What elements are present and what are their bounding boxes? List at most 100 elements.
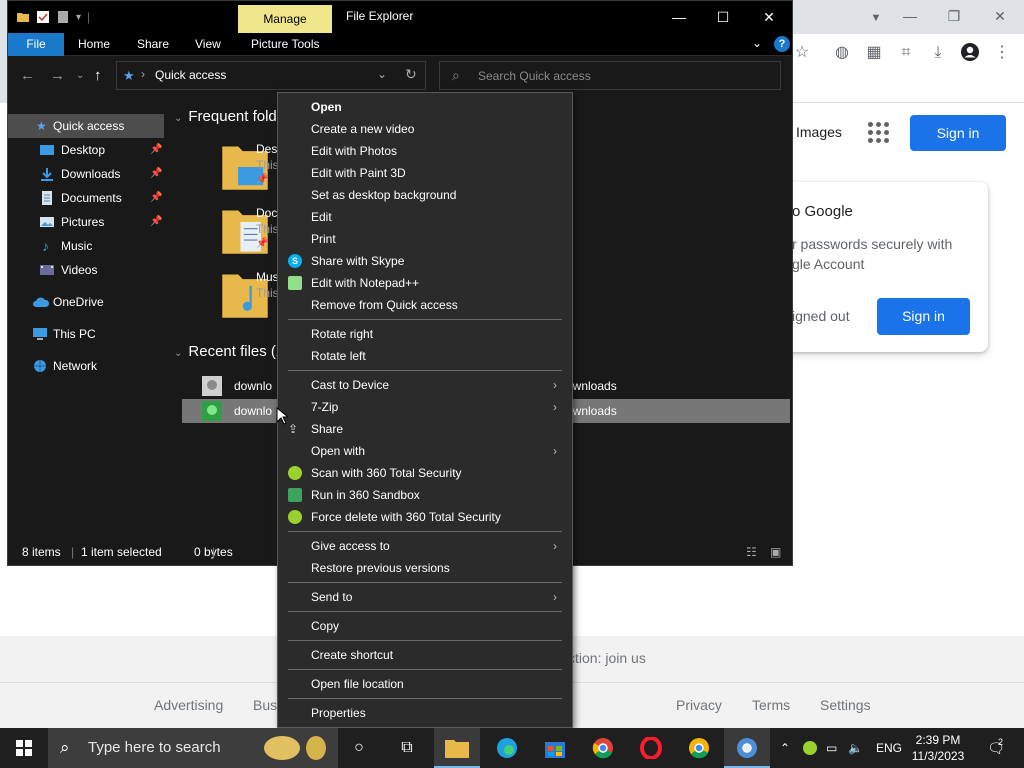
- menu-item-give-access-to[interactable]: Give access to ›: [278, 535, 572, 557]
- volume-muted-icon[interactable]: 🔈: [848, 728, 863, 768]
- menu-item-edit-with-notepad[interactable]: Edit with Notepad++: [278, 272, 572, 294]
- google-apps-icon[interactable]: [868, 122, 890, 144]
- footer-business-link[interactable]: Bus: [253, 697, 277, 713]
- chrome-restore-button[interactable]: ❐: [934, 4, 974, 28]
- explorer-maximize-button[interactable]: ☐: [700, 5, 746, 29]
- forward-arrow-icon[interactable]: →: [50, 67, 65, 84]
- action-center-icon[interactable]: 🗨: [984, 728, 1008, 768]
- show-hidden-icons-chevron-icon[interactable]: ⌃: [780, 728, 790, 768]
- taskbar-search-box[interactable]: ⌕ Type here to search: [48, 728, 338, 768]
- menu-item-open-file-location[interactable]: Open file location: [278, 673, 572, 695]
- menu-item-edit[interactable]: Edit: [278, 206, 572, 228]
- menu-item-create-new-video[interactable]: Create a new video: [278, 118, 572, 140]
- menu-item-set-desktop-background[interactable]: Set as desktop background: [278, 184, 572, 206]
- cortana-icon[interactable]: ○: [336, 728, 382, 768]
- apps-grid-icon[interactable]: ▦: [863, 42, 885, 64]
- sidebar-item-quick-access[interactable]: ★ Quick access: [8, 114, 164, 138]
- menu-item-cast-to-device[interactable]: Cast to Device ›: [278, 374, 572, 396]
- frequent-folder-name[interactable]: Doc: [256, 206, 277, 220]
- menu-item-share[interactable]: ⇪ Share: [278, 418, 572, 440]
- sidebar-item-this-pc[interactable]: This PC: [8, 322, 164, 346]
- refresh-icon[interactable]: ↻: [405, 66, 417, 83]
- task-view-icon[interactable]: ⧉: [384, 728, 430, 768]
- pin-icon[interactable]: 📌: [150, 138, 162, 162]
- menu-item-edit-with-paint-3d[interactable]: Edit with Paint 3D: [278, 162, 572, 184]
- google-sign-in-button[interactable]: Sign in: [910, 115, 1006, 151]
- taskbar-opera[interactable]: [628, 728, 674, 768]
- menu-item-rotate-right[interactable]: Rotate right: [278, 323, 572, 345]
- large-icons-view-icon[interactable]: ▣: [770, 540, 781, 565]
- menu-item-create-shortcut[interactable]: Create shortcut: [278, 644, 572, 666]
- sidebar-item-onedrive[interactable]: OneDrive: [8, 290, 164, 314]
- menu-item-copy[interactable]: Copy: [278, 615, 572, 637]
- menu-item-properties[interactable]: Properties: [278, 702, 572, 724]
- footer-carbon-text[interactable]: ction: join us: [568, 650, 646, 666]
- promo-card-sign-in-button[interactable]: Sign in: [877, 298, 970, 335]
- footer-privacy-link[interactable]: Privacy: [676, 697, 722, 713]
- start-button[interactable]: [0, 728, 48, 768]
- tray-360-icon[interactable]: [802, 728, 818, 768]
- explorer-minimize-button[interactable]: —: [656, 5, 702, 29]
- manage-tab[interactable]: Manage: [238, 5, 332, 33]
- sidebar-item-network[interactable]: Network: [8, 354, 164, 378]
- menu-item-remove-from-quick-access[interactable]: Remove from Quick access: [278, 294, 572, 316]
- address-text[interactable]: Quick access: [155, 68, 226, 82]
- footer-settings-link[interactable]: Settings: [820, 697, 871, 713]
- ribbon-expand-chevron-icon[interactable]: ⌄: [752, 36, 762, 50]
- menu-item-share-with-skype[interactable]: S Share with Skype: [278, 250, 572, 272]
- taskbar-chrome-active[interactable]: [724, 728, 770, 768]
- search-input[interactable]: [478, 66, 768, 86]
- ribbon-tab-share[interactable]: Share: [137, 37, 169, 51]
- sidebar-item-videos[interactable]: Videos: [8, 258, 164, 282]
- search-box[interactable]: ⌕: [439, 61, 781, 90]
- pin-icon[interactable]: 📌: [150, 210, 162, 234]
- pin-icon[interactable]: 📌: [150, 186, 162, 210]
- ribbon-tab-view[interactable]: View: [195, 37, 221, 51]
- properties-check-icon[interactable]: [36, 10, 50, 24]
- menu-item-restore-previous-versions[interactable]: Restore previous versions: [278, 557, 572, 579]
- ribbon-tab-home[interactable]: Home: [78, 37, 110, 51]
- details-view-icon[interactable]: ☷: [746, 540, 757, 565]
- network-status-icon[interactable]: ▭: [826, 728, 837, 768]
- help-icon[interactable]: ?: [774, 36, 790, 52]
- up-arrow-icon[interactable]: ↑: [94, 67, 102, 84]
- recent-locations-chevron-icon[interactable]: ⌄: [76, 70, 84, 81]
- download-icon[interactable]: ⤓: [927, 42, 949, 64]
- address-bar[interactable]: ★ › Quick access ⌄ ↻: [116, 61, 426, 90]
- sidebar-item-downloads[interactable]: Downloads 📌: [8, 162, 164, 186]
- address-dropdown-icon[interactable]: ⌄: [377, 67, 387, 81]
- menu-item-open[interactable]: Open: [278, 96, 572, 118]
- menu-item-scan-360[interactable]: Scan with 360 Total Security: [278, 462, 572, 484]
- breadcrumb-separator-icon[interactable]: ›: [141, 67, 145, 81]
- frequent-folder-name[interactable]: Mus: [256, 270, 279, 284]
- google-images-link[interactable]: Images: [796, 124, 842, 140]
- sidebar-item-desktop[interactable]: Desktop 📌: [8, 138, 164, 162]
- ribbon-tab-picture-tools[interactable]: Picture Tools: [251, 37, 319, 51]
- chrome-minimize-button[interactable]: —: [890, 4, 930, 28]
- taskbar-store[interactable]: [532, 728, 578, 768]
- taskbar-file-explorer[interactable]: [434, 728, 480, 768]
- chrome-close-button[interactable]: ✕: [980, 4, 1020, 28]
- recent-files-header[interactable]: ⌄ Recent files (2: [174, 343, 284, 360]
- collapse-chevron-icon[interactable]: ⌄: [174, 113, 182, 124]
- bookmark-star-icon[interactable]: ☆: [791, 42, 813, 64]
- menu-item-open-with[interactable]: Open with ›: [278, 440, 572, 462]
- menu-item-print[interactable]: Print: [278, 228, 572, 250]
- new-folder-icon[interactable]: [56, 10, 70, 24]
- sidebar-item-pictures[interactable]: Pictures 📌: [8, 210, 164, 234]
- extension-icon[interactable]: ◍: [831, 42, 853, 64]
- collapse-chevron-icon[interactable]: ⌄: [174, 348, 182, 359]
- taskbar-chrome[interactable]: [580, 728, 626, 768]
- menu-item-force-delete-360[interactable]: Force delete with 360 Total Security: [278, 506, 572, 528]
- taskbar-edge[interactable]: [484, 728, 530, 768]
- taskbar-chrome-profile[interactable]: [676, 728, 722, 768]
- frequent-folders-header[interactable]: ⌄ Frequent fold: [174, 108, 277, 125]
- taskbar-clock[interactable]: 2:39 PM 11/3/2023: [906, 732, 970, 764]
- explorer-close-button[interactable]: ✕: [746, 5, 792, 29]
- menu-item-send-to[interactable]: Send to ›: [278, 586, 572, 608]
- menu-item-edit-with-photos[interactable]: Edit with Photos: [278, 140, 572, 162]
- chrome-menu-icon[interactable]: ⋮: [991, 42, 1013, 64]
- ribbon-tab-file[interactable]: File: [8, 33, 64, 56]
- menu-item-run-in-360-sandbox[interactable]: Run in 360 Sandbox: [278, 484, 572, 506]
- menu-item-rotate-left[interactable]: Rotate left: [278, 345, 572, 367]
